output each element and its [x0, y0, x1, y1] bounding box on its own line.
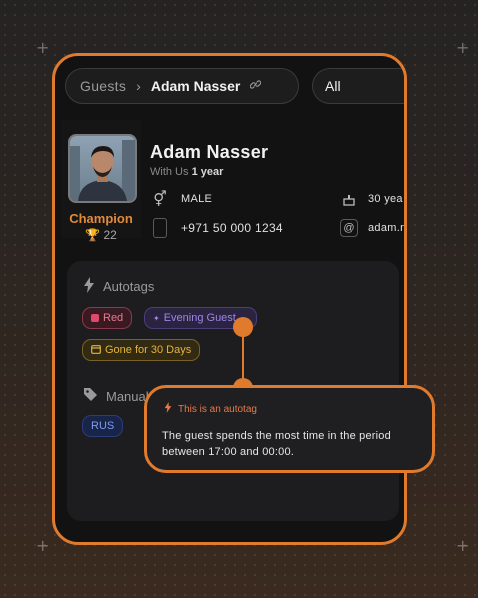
plus-decoration: + [456, 38, 470, 57]
autotags-heading: Autotags [83, 277, 154, 296]
callout-dot-top [233, 317, 253, 337]
calendar-icon [91, 344, 101, 357]
plus-decoration: + [36, 38, 50, 57]
red-square-icon [91, 314, 99, 322]
phone-value[interactable]: +971 50 000 1234 [181, 221, 283, 235]
tag-icon [83, 387, 98, 405]
cake-icon [340, 190, 358, 208]
tag-gone-label: Gone for 30 Days [105, 344, 192, 356]
email-value[interactable]: adam.n [368, 222, 404, 234]
tooltip-body: The guest spends the most time in the pe… [162, 430, 391, 458]
autotags-title: Autotags [103, 279, 155, 294]
bolt-icon [83, 277, 95, 296]
tag-gone-for-30-days[interactable]: Gone for 30 Days [82, 339, 201, 361]
status-badge-champion: Champion [69, 211, 133, 226]
with-us-label: With Us [150, 166, 189, 178]
tooltip-heading-text: This is an autotag [178, 403, 257, 415]
with-us-value: 1 year [191, 166, 224, 178]
phone-icon [153, 218, 167, 238]
tag-rus-label: RUS [91, 420, 115, 432]
breadcrumb-current: Adam Nasser [150, 78, 241, 94]
guest-name: Adam Nasser [150, 142, 269, 162]
gender-icon: ⚥ [153, 191, 167, 208]
age-value: 30 yea [368, 193, 403, 205]
tag-red[interactable]: Red [82, 307, 133, 329]
trophy-count-value: 22 [103, 228, 117, 242]
plus-decoration: + [456, 536, 470, 555]
tag-rus[interactable]: RUS [82, 415, 124, 437]
trophy-count: 🏆 22 [61, 228, 141, 242]
bolt-icon [164, 402, 172, 416]
breadcrumb-guests-link[interactable]: Guests [80, 78, 126, 94]
sparkle-icon: ✦ [153, 313, 160, 323]
tag-evening-guest-label: Evening Guest [163, 312, 236, 324]
chevron-right-icon: › [136, 78, 141, 94]
avatar [68, 134, 137, 203]
link-icon[interactable] [250, 79, 262, 93]
trophy-icon: 🏆 [85, 228, 101, 242]
tooltip-heading: This is an autotag [164, 402, 257, 416]
gender-value: MALE [181, 193, 213, 205]
at-icon: @ [340, 219, 358, 237]
avatar-column: Champion 🏆 22 [61, 120, 141, 242]
tag-red-label: Red [103, 312, 124, 324]
autotag-tooltip: This is an autotag The guest spends the … [144, 385, 435, 473]
filter-select-value: All [325, 78, 341, 94]
plus-decoration: + [36, 536, 50, 555]
filter-select[interactable]: All [312, 68, 404, 104]
breadcrumb: Guests › Adam Nasser [65, 68, 299, 104]
with-us-info: With Us 1 year [150, 166, 223, 178]
